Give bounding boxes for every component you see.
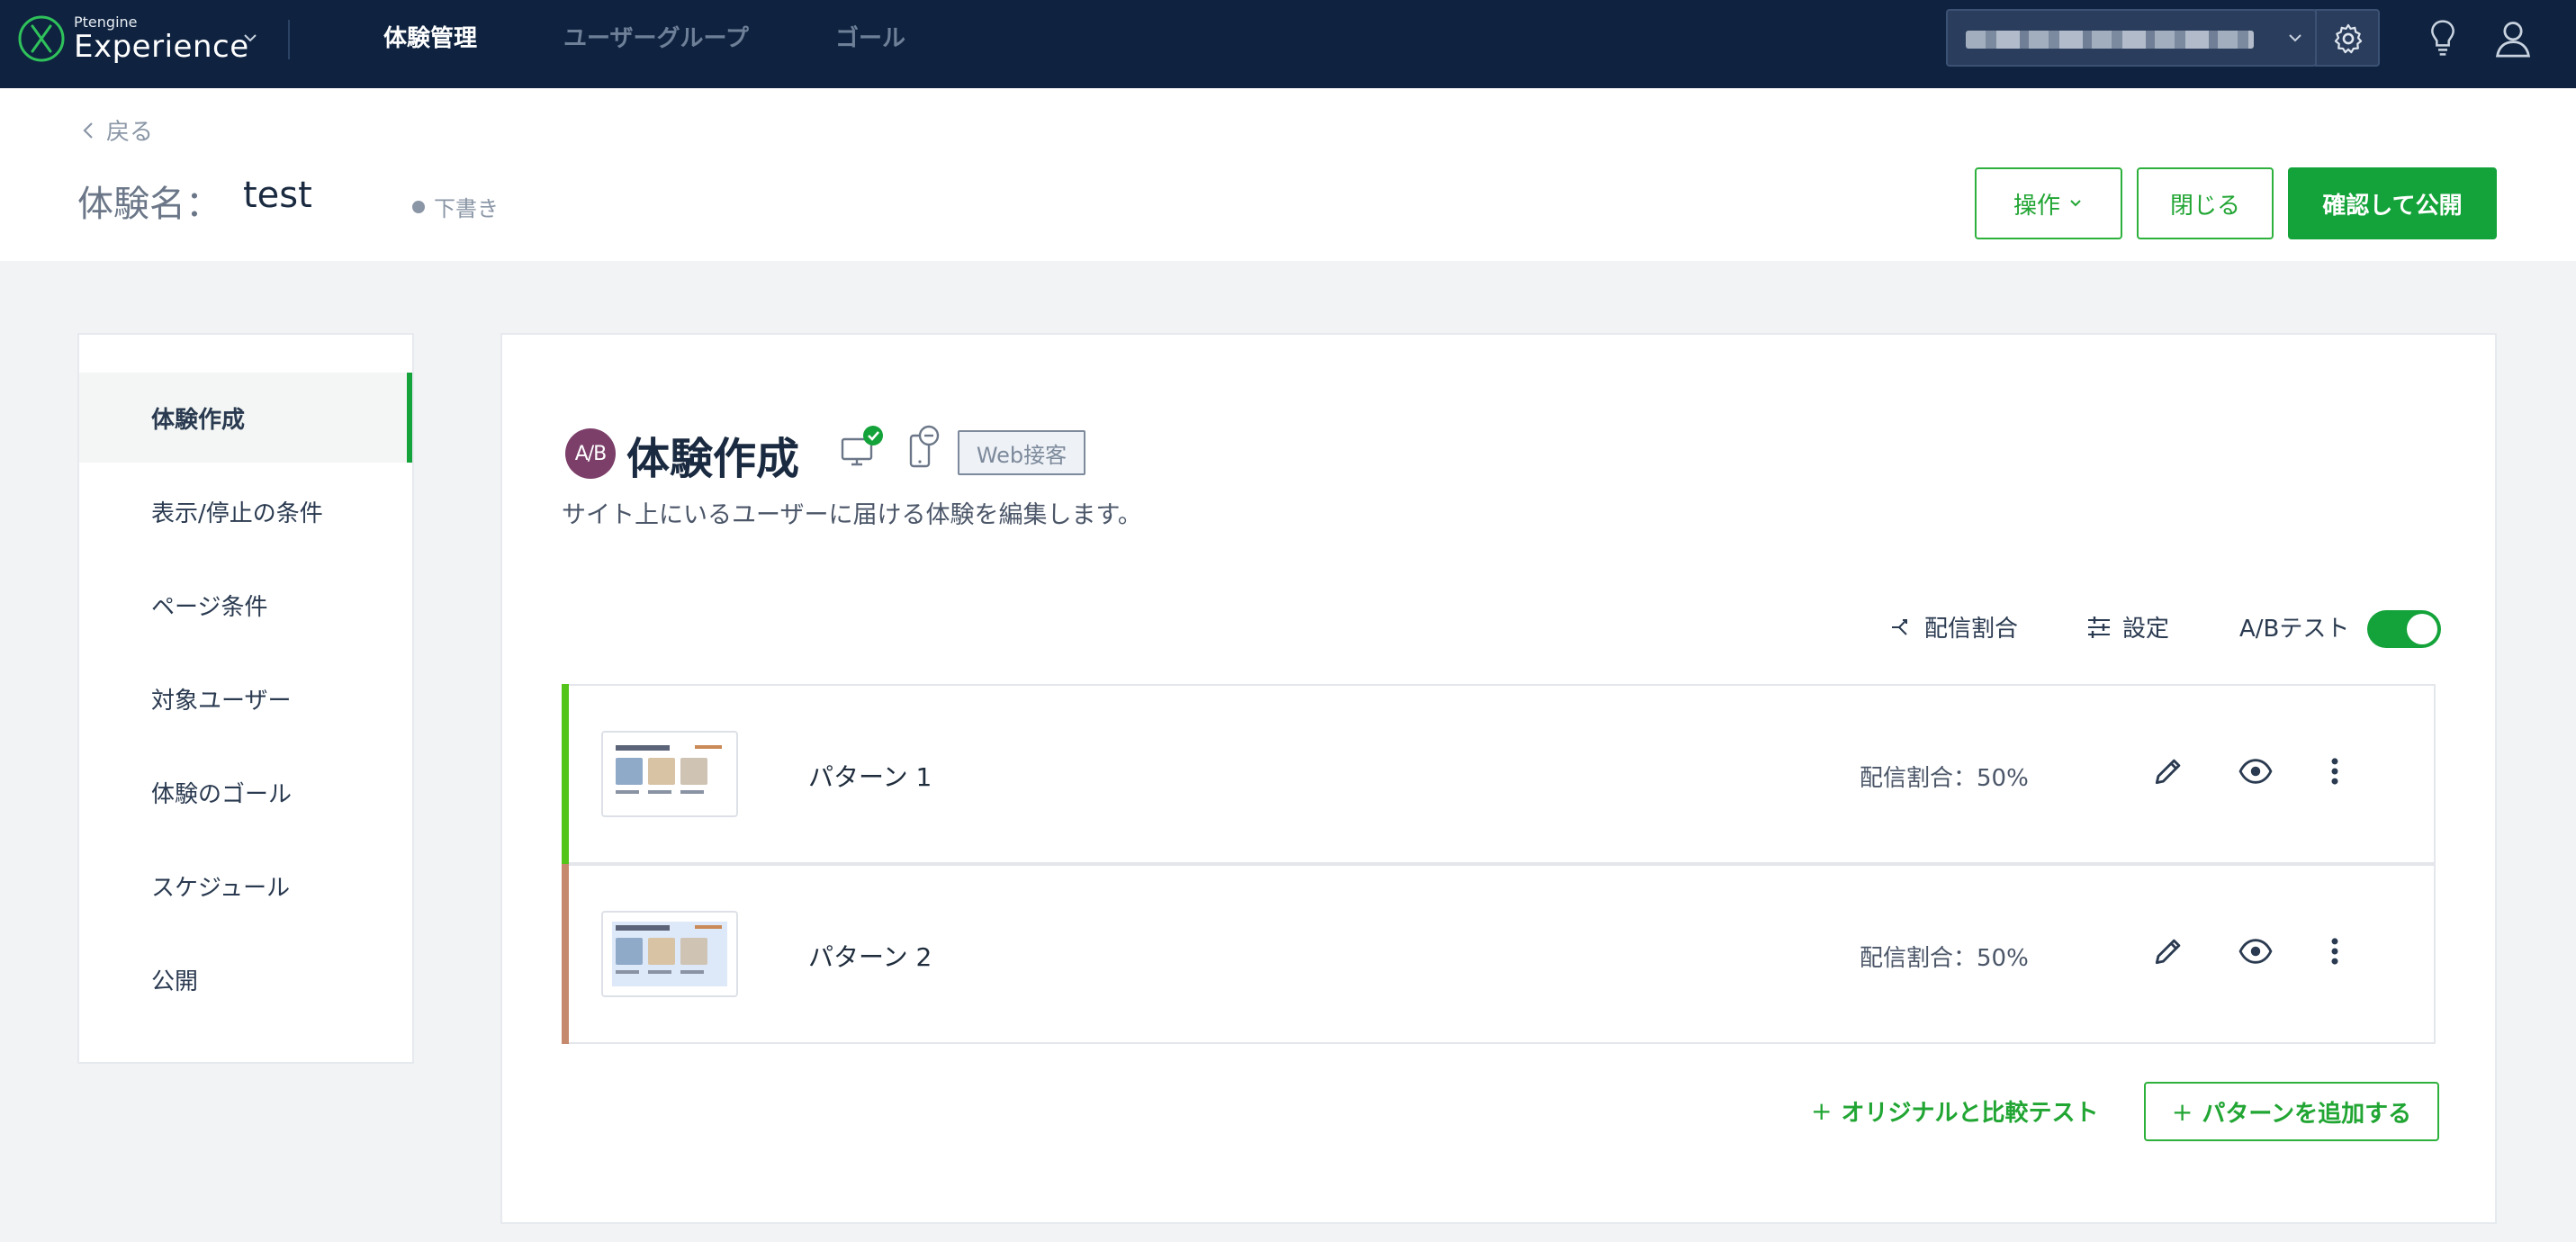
- chevron-down-icon: [2289, 34, 2301, 42]
- status-label: 下書き: [434, 196, 499, 221]
- settings-label: 設定: [2122, 616, 2170, 643]
- settings-link[interactable]: 設定: [2086, 610, 2169, 644]
- sidebar-item-publish[interactable]: 公開: [79, 934, 412, 1024]
- settings-sidebar: 体験作成 表示/停止の条件 ページ条件 対象ユーザー 体験のゴール スケジュール…: [77, 333, 414, 1064]
- sliders-icon: [2088, 616, 2110, 638]
- app-logo[interactable]: Ptengine Experience: [18, 14, 249, 63]
- status-dot-icon: [412, 200, 425, 213]
- preview-eye-icon[interactable]: [2238, 754, 2274, 788]
- sidebar-item-target-users[interactable]: 対象ユーザー: [79, 653, 412, 743]
- plus-icon: +: [2171, 1096, 2193, 1127]
- add-original-comparison-label: オリジナルと比較テスト: [1841, 1100, 2099, 1127]
- experience-editor-card: A/B 体験作成 Web接客 サイト上にいるユーザーに届ける体験を編集します。 …: [500, 333, 2497, 1224]
- more-options-icon[interactable]: [2324, 934, 2346, 968]
- ab-test-toggle[interactable]: [2367, 610, 2441, 648]
- back-label: 戻る: [106, 119, 154, 146]
- operations-button[interactable]: 操作: [1975, 167, 2122, 239]
- web-engagement-tag: Web接客: [958, 430, 1085, 475]
- pattern-thumbnail: [601, 731, 738, 817]
- nav-item-goals[interactable]: ゴール: [835, 23, 905, 54]
- add-pattern-button[interactable]: + パターンを追加する: [2144, 1082, 2439, 1141]
- nav-divider: [288, 20, 290, 59]
- toggle-knob: [2407, 614, 2437, 644]
- pattern-row[interactable]: パターン 2 配信割合：50%: [562, 864, 2436, 1044]
- chevron-down-icon[interactable]: [241, 29, 259, 47]
- add-pattern-label: パターンを追加する: [2202, 1100, 2412, 1128]
- site-selector[interactable]: [1946, 9, 2317, 67]
- ptengine-logo-icon: [18, 15, 65, 62]
- nav-item-user-groups[interactable]: ユーザーグループ: [563, 23, 749, 54]
- ab-test-badge: A/B: [565, 428, 616, 479]
- plus-icon: +: [1811, 1096, 1833, 1126]
- sidebar-item-page-conditions[interactable]: ページ条件: [79, 560, 412, 650]
- desktop-enabled-icon[interactable]: [839, 425, 886, 472]
- ab-test-label: A/Bテスト: [2239, 616, 2350, 643]
- site-name-blurred: [1966, 31, 2254, 49]
- gear-icon: [2334, 23, 2363, 54]
- nav-item-experience-management[interactable]: 体験管理: [383, 23, 477, 54]
- preview-eye-icon[interactable]: [2238, 934, 2274, 968]
- pattern-name: パターン 2: [808, 942, 932, 972]
- distribution-ratio-label: 配信割合: [1924, 616, 2019, 643]
- pattern-ratio: 配信割合：50%: [1860, 945, 2029, 972]
- pattern-color-bar: [562, 864, 569, 1044]
- pattern-row[interactable]: パターン 1 配信割合：50%: [562, 684, 2436, 864]
- distribution-ratio-button[interactable]: 配信割合: [1890, 610, 2018, 644]
- settings-button[interactable]: [2315, 9, 2380, 67]
- pattern-name: パターン 1: [808, 762, 932, 792]
- sidebar-item-display-conditions[interactable]: 表示/停止の条件: [79, 466, 412, 556]
- logo-product-text: Experience: [74, 29, 249, 65]
- user-icon[interactable]: [2493, 18, 2533, 58]
- close-button[interactable]: 閉じる: [2137, 167, 2274, 239]
- split-icon: [1892, 618, 1907, 635]
- edit-pencil-icon[interactable]: [2151, 934, 2185, 968]
- mobile-disabled-icon[interactable]: [905, 425, 952, 472]
- add-original-comparison-button[interactable]: + オリジナルと比較テスト: [1811, 1094, 2098, 1128]
- status-badge: 下書き: [412, 191, 499, 222]
- pattern-ratio: 配信割合：50%: [1860, 765, 2029, 792]
- chevron-left-icon: [83, 122, 93, 139]
- pattern-color-bar: [562, 684, 569, 864]
- sidebar-item-schedule[interactable]: スケジュール: [79, 841, 412, 931]
- experience-name-value[interactable]: test: [243, 175, 312, 216]
- experience-header: 戻る 体験名： test 下書き 操作 閉じる 確認して公開: [0, 88, 2576, 261]
- section-title: 体験作成: [626, 434, 800, 484]
- chevron-down-icon: [2070, 200, 2081, 207]
- back-link[interactable]: 戻る: [81, 113, 153, 147]
- sidebar-item-experience-goals[interactable]: 体験のゴール: [79, 747, 412, 837]
- operations-label: 操作: [2013, 192, 2060, 220]
- more-options-icon[interactable]: [2324, 754, 2346, 788]
- section-description: サイト上にいるユーザーに届ける体験を編集します。: [562, 501, 1142, 529]
- confirm-publish-button[interactable]: 確認して公開: [2288, 167, 2497, 239]
- edit-pencil-icon[interactable]: [2151, 754, 2185, 788]
- experience-name-label: 体験名：: [77, 184, 221, 225]
- sidebar-item-create-experience[interactable]: 体験作成: [79, 373, 412, 463]
- top-navigation-bar: Ptengine Experience 体験管理 ユーザーグループ ゴール: [0, 0, 2576, 88]
- lightbulb-icon[interactable]: [2425, 18, 2461, 58]
- pattern-thumbnail: [601, 911, 738, 997]
